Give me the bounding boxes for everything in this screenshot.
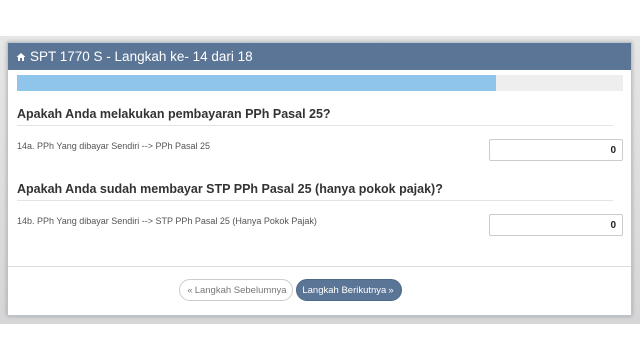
next-step-label: Langkah Berikutnya (302, 284, 387, 296)
wizard-panel: SPT 1770 S - Langkah ke- 14 dari 18 Apak… (7, 42, 632, 316)
question-stp-pph-25: Apakah Anda sudah membayar STP PPh Pasal… (17, 182, 443, 196)
home-icon (16, 52, 26, 61)
field-label-14b: 14b. PPh Yang dibayar Sendiri --> STP PP… (17, 216, 317, 226)
double-chevron-left-icon: « (187, 284, 193, 296)
next-step-button[interactable]: Langkah Berikutnya » (296, 279, 402, 301)
previous-step-button[interactable]: « Langkah Sebelumnya (179, 279, 293, 301)
panel-title: SPT 1770 S - Langkah ke- 14 dari 18 (30, 49, 253, 64)
previous-step-label: Langkah Sebelumnya (194, 284, 287, 296)
question-divider (17, 125, 613, 126)
panel-header: SPT 1770 S - Langkah ke- 14 dari 18 (8, 43, 631, 70)
question-divider (17, 200, 613, 201)
amount-input-14b[interactable] (489, 214, 623, 236)
progress-fill (17, 75, 496, 91)
double-chevron-right-icon: » (388, 284, 394, 296)
question-pph-25: Apakah Anda melakukan pembayaran PPh Pas… (17, 107, 331, 121)
amount-input-14a[interactable] (489, 139, 623, 161)
footer-divider (8, 266, 631, 267)
progress-bar (17, 75, 623, 91)
field-label-14a: 14a. PPh Yang dibayar Sendiri --> PPh Pa… (17, 141, 211, 151)
